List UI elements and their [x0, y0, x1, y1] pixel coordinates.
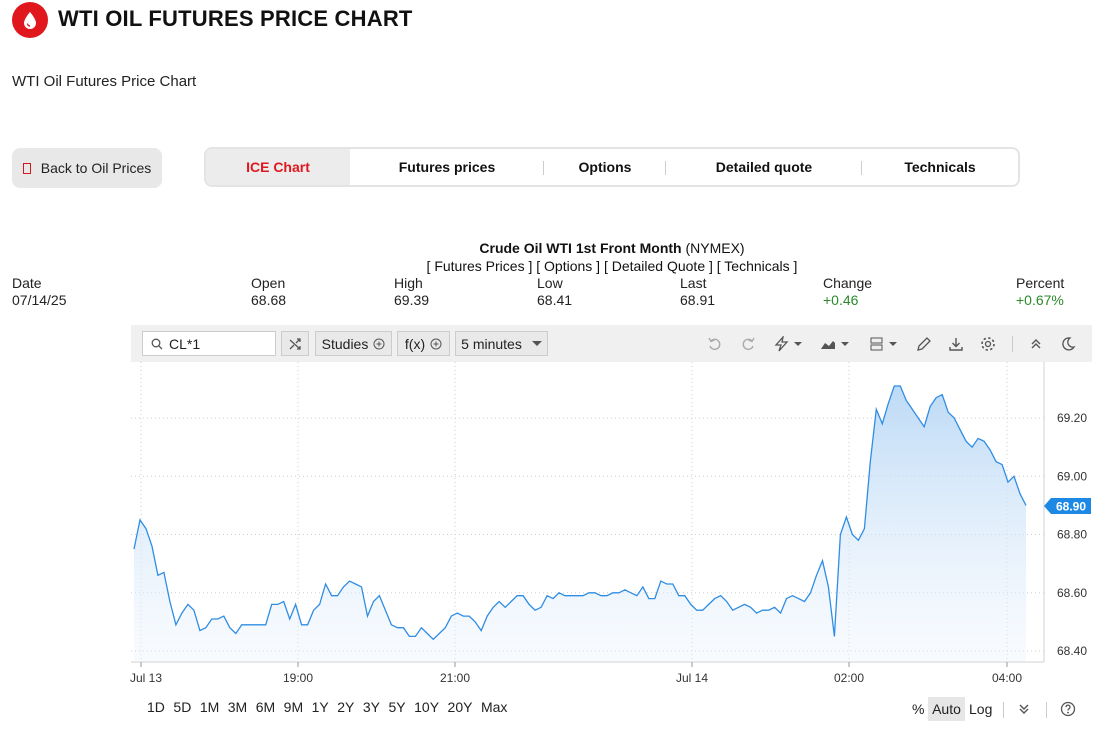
studies-label: Studies: [321, 335, 369, 352]
auto-scale-toggle[interactable]: Auto: [928, 697, 965, 721]
x-tick-label: 04:00: [992, 671, 1022, 685]
open-value: 68.68: [251, 292, 287, 308]
back-icon: [22, 162, 31, 174]
low-value: 68.41: [537, 292, 573, 308]
x-tick-label: 21:00: [440, 671, 470, 685]
date-label: Date: [12, 275, 42, 291]
page-subtitle: WTI Oil Futures Price Chart: [12, 73, 197, 90]
date-value: 07/14/25: [12, 292, 67, 308]
change-value: +0.46: [823, 292, 859, 308]
instrument-exchange: (NYMEX): [685, 240, 745, 256]
x-axis-labels: Jul 13 19:00 21:00 Jul 14 02:00 04:00: [130, 662, 1022, 685]
search-icon: [151, 338, 163, 350]
functions-button[interactable]: f(x): [397, 331, 450, 356]
settings-icon[interactable]: [978, 334, 998, 354]
chevron-down-icon: [531, 340, 542, 347]
y-tick-label: 68.40: [1057, 644, 1087, 658]
page-title: WTI OIL FUTURES PRICE CHART: [58, 6, 413, 31]
symbol-input[interactable]: CL*1: [142, 331, 276, 356]
interval-select[interactable]: 5 minutes: [455, 331, 548, 356]
studies-button[interactable]: Studies: [315, 331, 392, 356]
range-selector: 1D 5D 1M 3M 6M 9M 1Y 2Y 3Y 5Y 10Y 20Y Max: [147, 699, 516, 715]
y-tick-label: 68.60: [1057, 586, 1087, 600]
high-value: 69.39: [394, 292, 430, 308]
y-tick-label: 69.00: [1057, 469, 1087, 483]
tab-ice-chart[interactable]: ICE Chart: [206, 149, 350, 185]
range-5y[interactable]: 5Y: [389, 699, 406, 715]
last-value: 68.91: [680, 292, 716, 308]
compare-icon: [288, 337, 302, 351]
add-icon: [430, 338, 442, 350]
chart-tabs: ICE Chart Futures prices Options Detaile…: [204, 147, 1020, 187]
range-2y[interactable]: 2Y: [337, 699, 354, 715]
back-to-oil-prices-button[interactable]: Back to Oil Prices: [12, 148, 162, 188]
price-chart[interactable]: 68.40 68.60 68.80 69.00 69.20 Jul 13 19:00 21:…: [0, 362, 1098, 692]
tab-label: Technicals: [904, 159, 976, 175]
events-icon[interactable]: [772, 334, 804, 354]
tab-technicals[interactable]: Technicals: [862, 149, 1018, 185]
y-tick-label: 69.20: [1057, 411, 1087, 425]
range-6m[interactable]: 6M: [256, 699, 275, 715]
footer-divider: [1046, 702, 1047, 718]
instrument-name: Crude Oil WTI 1st Front Month: [479, 240, 682, 256]
tab-label: Futures prices: [398, 159, 496, 175]
percent-value: +0.67%: [1016, 292, 1064, 308]
last-label: Last: [680, 275, 707, 291]
low-label: Low: [537, 275, 563, 291]
range-3m[interactable]: 3M: [228, 699, 247, 715]
percent-toggle[interactable]: %: [912, 697, 924, 721]
tab-futures-prices[interactable]: Futures prices: [350, 149, 544, 185]
range-1d[interactable]: 1D: [147, 699, 165, 715]
interval-label: 5 minutes: [461, 335, 522, 352]
x-tick-label: 19:00: [283, 671, 313, 685]
range-3y[interactable]: 3Y: [363, 699, 380, 715]
y-tick-label: 68.80: [1057, 528, 1087, 542]
oil-drop-icon: [12, 2, 48, 38]
price-area: [134, 386, 1026, 662]
y-axis-labels: 68.40 68.60 68.80 69.00 69.20: [1057, 411, 1087, 658]
range-5d[interactable]: 5D: [173, 699, 191, 715]
help-icon[interactable]: [1060, 697, 1076, 721]
layout-icon[interactable]: [868, 334, 900, 354]
change-label: Change: [823, 275, 873, 291]
last-price-tag: 68.90: [1044, 498, 1091, 514]
percent-label: Percent: [1016, 275, 1065, 291]
tab-options[interactable]: Options: [544, 149, 666, 185]
dark-mode-icon[interactable]: [1058, 334, 1078, 354]
log-scale-toggle[interactable]: Log: [969, 697, 992, 721]
tab-label: ICE Chart: [246, 159, 310, 175]
expand-icon[interactable]: [1018, 697, 1030, 721]
last-price-label: 68.90: [1056, 500, 1086, 514]
back-button-label: Back to Oil Prices: [40, 160, 152, 176]
compare-button[interactable]: [281, 331, 309, 356]
undo-icon[interactable]: [705, 334, 725, 354]
range-10y[interactable]: 10Y: [414, 699, 439, 715]
range-9m[interactable]: 9M: [284, 699, 303, 715]
symbol-value: CL*1: [169, 335, 201, 352]
footer-divider: [1003, 702, 1004, 718]
functions-label: f(x): [404, 335, 426, 352]
instrument-links[interactable]: [ Futures Prices ] [ Options ] [ Detaile…: [0, 258, 1098, 274]
draw-icon[interactable]: [914, 334, 934, 354]
chart-style-icon[interactable]: [818, 334, 852, 354]
download-icon[interactable]: [946, 334, 966, 354]
toolbar-divider: [1012, 336, 1013, 352]
x-tick-label: 02:00: [834, 671, 864, 685]
collapse-icon[interactable]: [1026, 334, 1046, 354]
x-tick-label: Jul 13: [130, 671, 162, 685]
tab-detailed-quote[interactable]: Detailed quote: [666, 149, 862, 185]
redo-icon[interactable]: [738, 334, 758, 354]
x-tick-label: Jul 14: [676, 671, 708, 685]
range-20y[interactable]: 20Y: [448, 699, 473, 715]
range-max[interactable]: Max: [481, 699, 507, 715]
open-label: Open: [251, 275, 286, 291]
tab-label: Detailed quote: [715, 159, 813, 175]
add-icon: [373, 338, 385, 350]
range-1y[interactable]: 1Y: [312, 699, 329, 715]
instrument-heading: Crude Oil WTI 1st Front Month (NYMEX): [0, 240, 1098, 256]
range-1m[interactable]: 1M: [200, 699, 219, 715]
tab-label: Options: [578, 159, 632, 175]
high-label: High: [394, 275, 423, 291]
